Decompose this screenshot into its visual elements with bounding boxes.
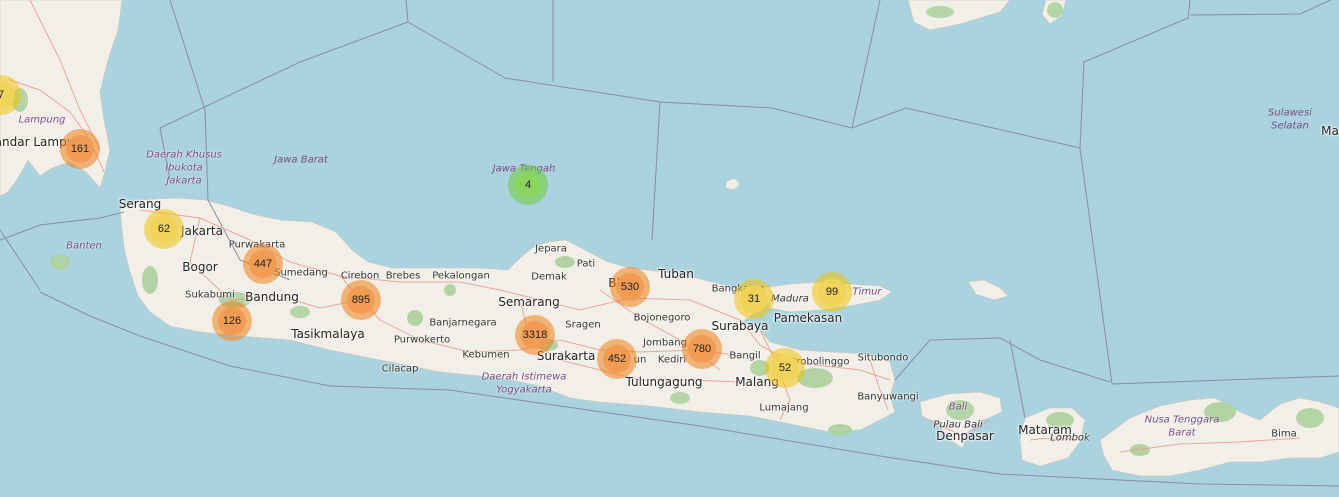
marker-cluster-count: 780 (688, 335, 716, 363)
marker-cluster-count: 7 (0, 81, 15, 109)
island-small (725, 177, 741, 191)
marker-cluster-52[interactable]: 52 (765, 348, 805, 388)
kalimantan-fragment (907, 0, 1011, 31)
marker-cluster-4[interactable]: 4 (508, 165, 548, 205)
marker-cluster-62[interactable]: 62 (144, 209, 184, 249)
marker-cluster-452[interactable]: 452 (597, 339, 637, 379)
marker-cluster-count: 452 (603, 345, 631, 373)
marker-cluster-3318[interactable]: 3318 (515, 315, 555, 355)
marker-cluster-count: 161 (66, 135, 94, 163)
marker-cluster-530[interactable]: 530 (610, 267, 650, 307)
basemap-layer (0, 0, 1339, 487)
map-view[interactable]: Lampung Daerah Khusus Ibukota Jakarta Ba… (0, 0, 1339, 497)
marker-cluster-count: 126 (218, 307, 246, 335)
marker-cluster-780[interactable]: 780 (682, 329, 722, 369)
island-east (967, 279, 1009, 301)
marker-cluster-count: 447 (249, 250, 277, 278)
marker-cluster-count: 3318 (521, 321, 549, 349)
marker-cluster-count: 52 (771, 354, 799, 382)
marker-cluster-99[interactable]: 99 (812, 272, 852, 312)
marker-cluster-31[interactable]: 31 (734, 279, 774, 319)
marker-cluster-count: 895 (347, 286, 375, 314)
marker-cluster-count: 99 (818, 278, 846, 306)
marker-cluster-126[interactable]: 126 (212, 301, 252, 341)
marker-cluster-895[interactable]: 895 (341, 280, 381, 320)
marker-cluster-161[interactable]: 161 (60, 129, 100, 169)
marker-cluster-count: 4 (514, 171, 542, 199)
marker-cluster-count: 62 (150, 215, 178, 243)
marker-cluster-count: 530 (616, 273, 644, 301)
marker-cluster-count: 31 (740, 285, 768, 313)
marker-cluster-447[interactable]: 447 (243, 244, 283, 284)
